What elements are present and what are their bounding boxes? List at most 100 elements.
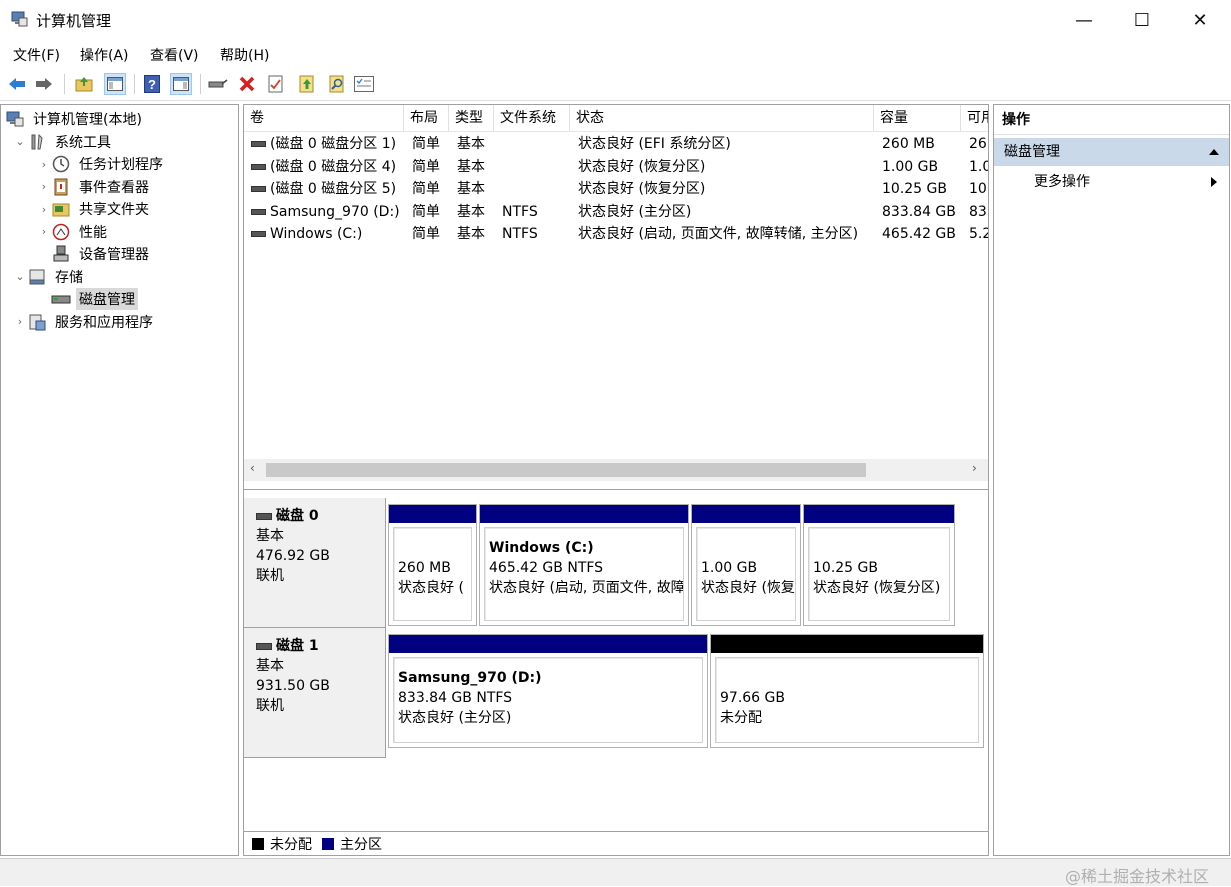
tree-item-label: 共享文件夹	[79, 202, 149, 218]
table-cell: 1.00 GB	[882, 158, 939, 175]
column-header[interactable]: 可用	[961, 105, 988, 131]
partition[interactable]: 1.00 GB 状态良好 (恢复	[691, 504, 801, 626]
partition[interactable]: 260 MB 状态良好 (	[388, 504, 477, 626]
partition-size: 465.42 GB NTFS	[489, 560, 604, 576]
chevron-down-icon[interactable]: ⌄	[13, 135, 27, 148]
tree-item[interactable]: › 性能	[37, 221, 110, 243]
partition-body: Samsung_970 (D:) 833.84 GB NTFS 状态良好 (主分区)	[393, 657, 703, 743]
actions-header: 操作	[994, 105, 1229, 135]
partition-name	[398, 538, 467, 558]
partition-color-bar	[692, 505, 800, 523]
disk-icon	[256, 512, 272, 520]
table-cell: NTFS	[502, 226, 538, 243]
partition-body: 1.00 GB 状态良好 (恢复	[696, 527, 796, 621]
import-icon[interactable]	[296, 73, 318, 95]
column-header[interactable]: 卷	[244, 105, 404, 131]
disk-info-panel[interactable]: 磁盘 0 基本 476.92 GB 联机	[244, 498, 386, 628]
disk-management-icon	[51, 290, 71, 308]
table-cell: 状态良好 (恢复分区)	[578, 158, 706, 175]
forward-arrow-icon[interactable]	[33, 73, 55, 95]
close-button[interactable]: ✕	[1171, 0, 1229, 40]
column-header[interactable]: 类型	[449, 105, 494, 131]
disk-name-label: 磁盘 0	[276, 508, 319, 524]
disk-info-panel[interactable]: 磁盘 1 基本 931.50 GB 联机	[244, 628, 386, 758]
toolbar-separator	[64, 74, 65, 94]
primary-swatch	[322, 838, 334, 850]
column-header[interactable]: 布局	[404, 105, 449, 131]
table-cell: 833.84 GB	[882, 203, 956, 220]
tree-item[interactable]: ⌄ 系统工具	[13, 131, 114, 153]
actions-section-label: 磁盘管理	[1004, 144, 1060, 160]
partition-status: 状态良好 (	[398, 580, 464, 596]
table-row[interactable]: Samsung_970 (D:) 简单 基本 NTFS 状态良好 (主分区) 833.84…	[244, 201, 988, 224]
volume-table-header: 卷布局类型文件系统状态容量可用	[244, 105, 988, 132]
partition-status: 状态良好 (主分区)	[398, 710, 512, 726]
collapse-up-icon[interactable]	[1209, 149, 1219, 155]
actions-section-disk-management[interactable]: 磁盘管理	[994, 138, 1229, 166]
chevron-down-icon[interactable]: ⌄	[13, 270, 27, 283]
table-cell: 基本	[457, 158, 485, 175]
partition[interactable]: 10.25 GB 状态良好 (恢复分区)	[803, 504, 955, 626]
table-cell	[502, 178, 570, 201]
table-cell: 简单	[412, 226, 440, 243]
storage-icon	[27, 268, 47, 286]
unallocated-partition[interactable]: 97.66 GB 未分配	[710, 634, 984, 748]
event-viewer-icon	[51, 178, 71, 196]
table-row[interactable]: (磁盘 0 磁盘分区 1) 简单 基本 状态良好 (EFI 系统分区) 260 MB 26	[244, 133, 988, 156]
menu-action[interactable]: 操作(A)	[80, 45, 129, 65]
partition[interactable]: Samsung_970 (D:) 833.84 GB NTFS 状态良好 (主分区)	[388, 634, 708, 748]
maximize-button[interactable]: ☐	[1113, 0, 1171, 40]
show-tree-icon[interactable]	[104, 73, 126, 95]
tree-item-label: 事件查看器	[79, 179, 149, 196]
tree-item-label: 磁盘管理	[76, 288, 138, 310]
tree-item[interactable]: ⌄ 存储	[13, 266, 86, 288]
menu-view[interactable]: 查看(V)	[150, 45, 199, 65]
action-pane-icon[interactable]	[170, 73, 192, 95]
minimize-button[interactable]: —	[1055, 0, 1113, 40]
table-row[interactable]: Windows (C:) 简单 基本 NTFS 状态良好 (启动, 页面文件, 故障转储…	[244, 223, 988, 246]
menu-help[interactable]: 帮助(H)	[220, 45, 269, 65]
scrollbar-thumb[interactable]	[266, 463, 866, 477]
table-cell: 状态良好 (启动, 页面文件, 故障转储, 主分区)	[578, 226, 859, 243]
find-icon[interactable]	[326, 73, 348, 95]
chevron-right-icon[interactable]: ›	[37, 180, 51, 193]
properties-icon[interactable]	[265, 73, 287, 95]
unallocated-swatch	[252, 838, 264, 850]
partition-color-bar	[804, 505, 954, 523]
tree-item[interactable]: 计算机管理(本地)	[5, 108, 145, 130]
menu-file[interactable]: 文件(F)	[13, 45, 60, 65]
column-header[interactable]: 状态	[570, 105, 874, 131]
chevron-right-icon[interactable]: ›	[13, 315, 27, 328]
tree-item[interactable]: 设备管理器	[37, 243, 152, 265]
volume-icon	[251, 231, 266, 238]
list-icon[interactable]	[353, 73, 375, 95]
back-arrow-icon[interactable]	[6, 73, 28, 95]
scroll-left-icon[interactable]: ‹	[250, 461, 255, 475]
chevron-right-icon[interactable]: ›	[37, 203, 51, 216]
column-header[interactable]: 文件系统	[494, 105, 570, 131]
column-header[interactable]: 容量	[874, 105, 961, 131]
chevron-right-icon[interactable]: ›	[37, 225, 51, 238]
more-actions-item[interactable]: 更多操作	[994, 169, 1229, 195]
partition-size: 260 MB	[398, 560, 451, 576]
tree-item[interactable]: › 任务计划程序	[37, 153, 166, 175]
horizontal-scrollbar[interactable]: ‹ ›	[244, 459, 988, 481]
tree-item[interactable]: › 共享文件夹	[37, 198, 152, 220]
tree-item[interactable]: › 事件查看器	[37, 176, 152, 198]
scroll-right-icon[interactable]: ›	[972, 461, 977, 475]
help-icon[interactable]: ?	[141, 73, 163, 95]
delete-icon[interactable]	[236, 73, 258, 95]
up-folder-icon[interactable]	[73, 73, 95, 95]
table-cell: (磁盘 0 磁盘分区 5)	[270, 181, 397, 198]
table-cell: 5.2	[969, 226, 988, 243]
table-row[interactable]: (磁盘 0 磁盘分区 4) 简单基本 状态良好 (恢复分区) 1.00 GB 1.0	[244, 156, 988, 179]
tree-item[interactable]: › 服务和应用程序	[13, 311, 156, 333]
chevron-right-icon[interactable]: ›	[37, 158, 51, 171]
table-row[interactable]: (磁盘 0 磁盘分区 5) 简单 基本 状态良好 (恢复分区) 10.25 GB 10	[244, 178, 988, 201]
tree-item[interactable]: 磁盘管理	[37, 288, 138, 310]
window-title: 计算机管理	[36, 12, 112, 30]
partition[interactable]: Windows (C:) 465.42 GB NTFS 状态良好 (启动, 页面文件…	[479, 504, 689, 626]
services-apps-icon	[27, 313, 47, 331]
disk-icon	[256, 642, 272, 650]
connect-icon[interactable]	[207, 73, 229, 95]
